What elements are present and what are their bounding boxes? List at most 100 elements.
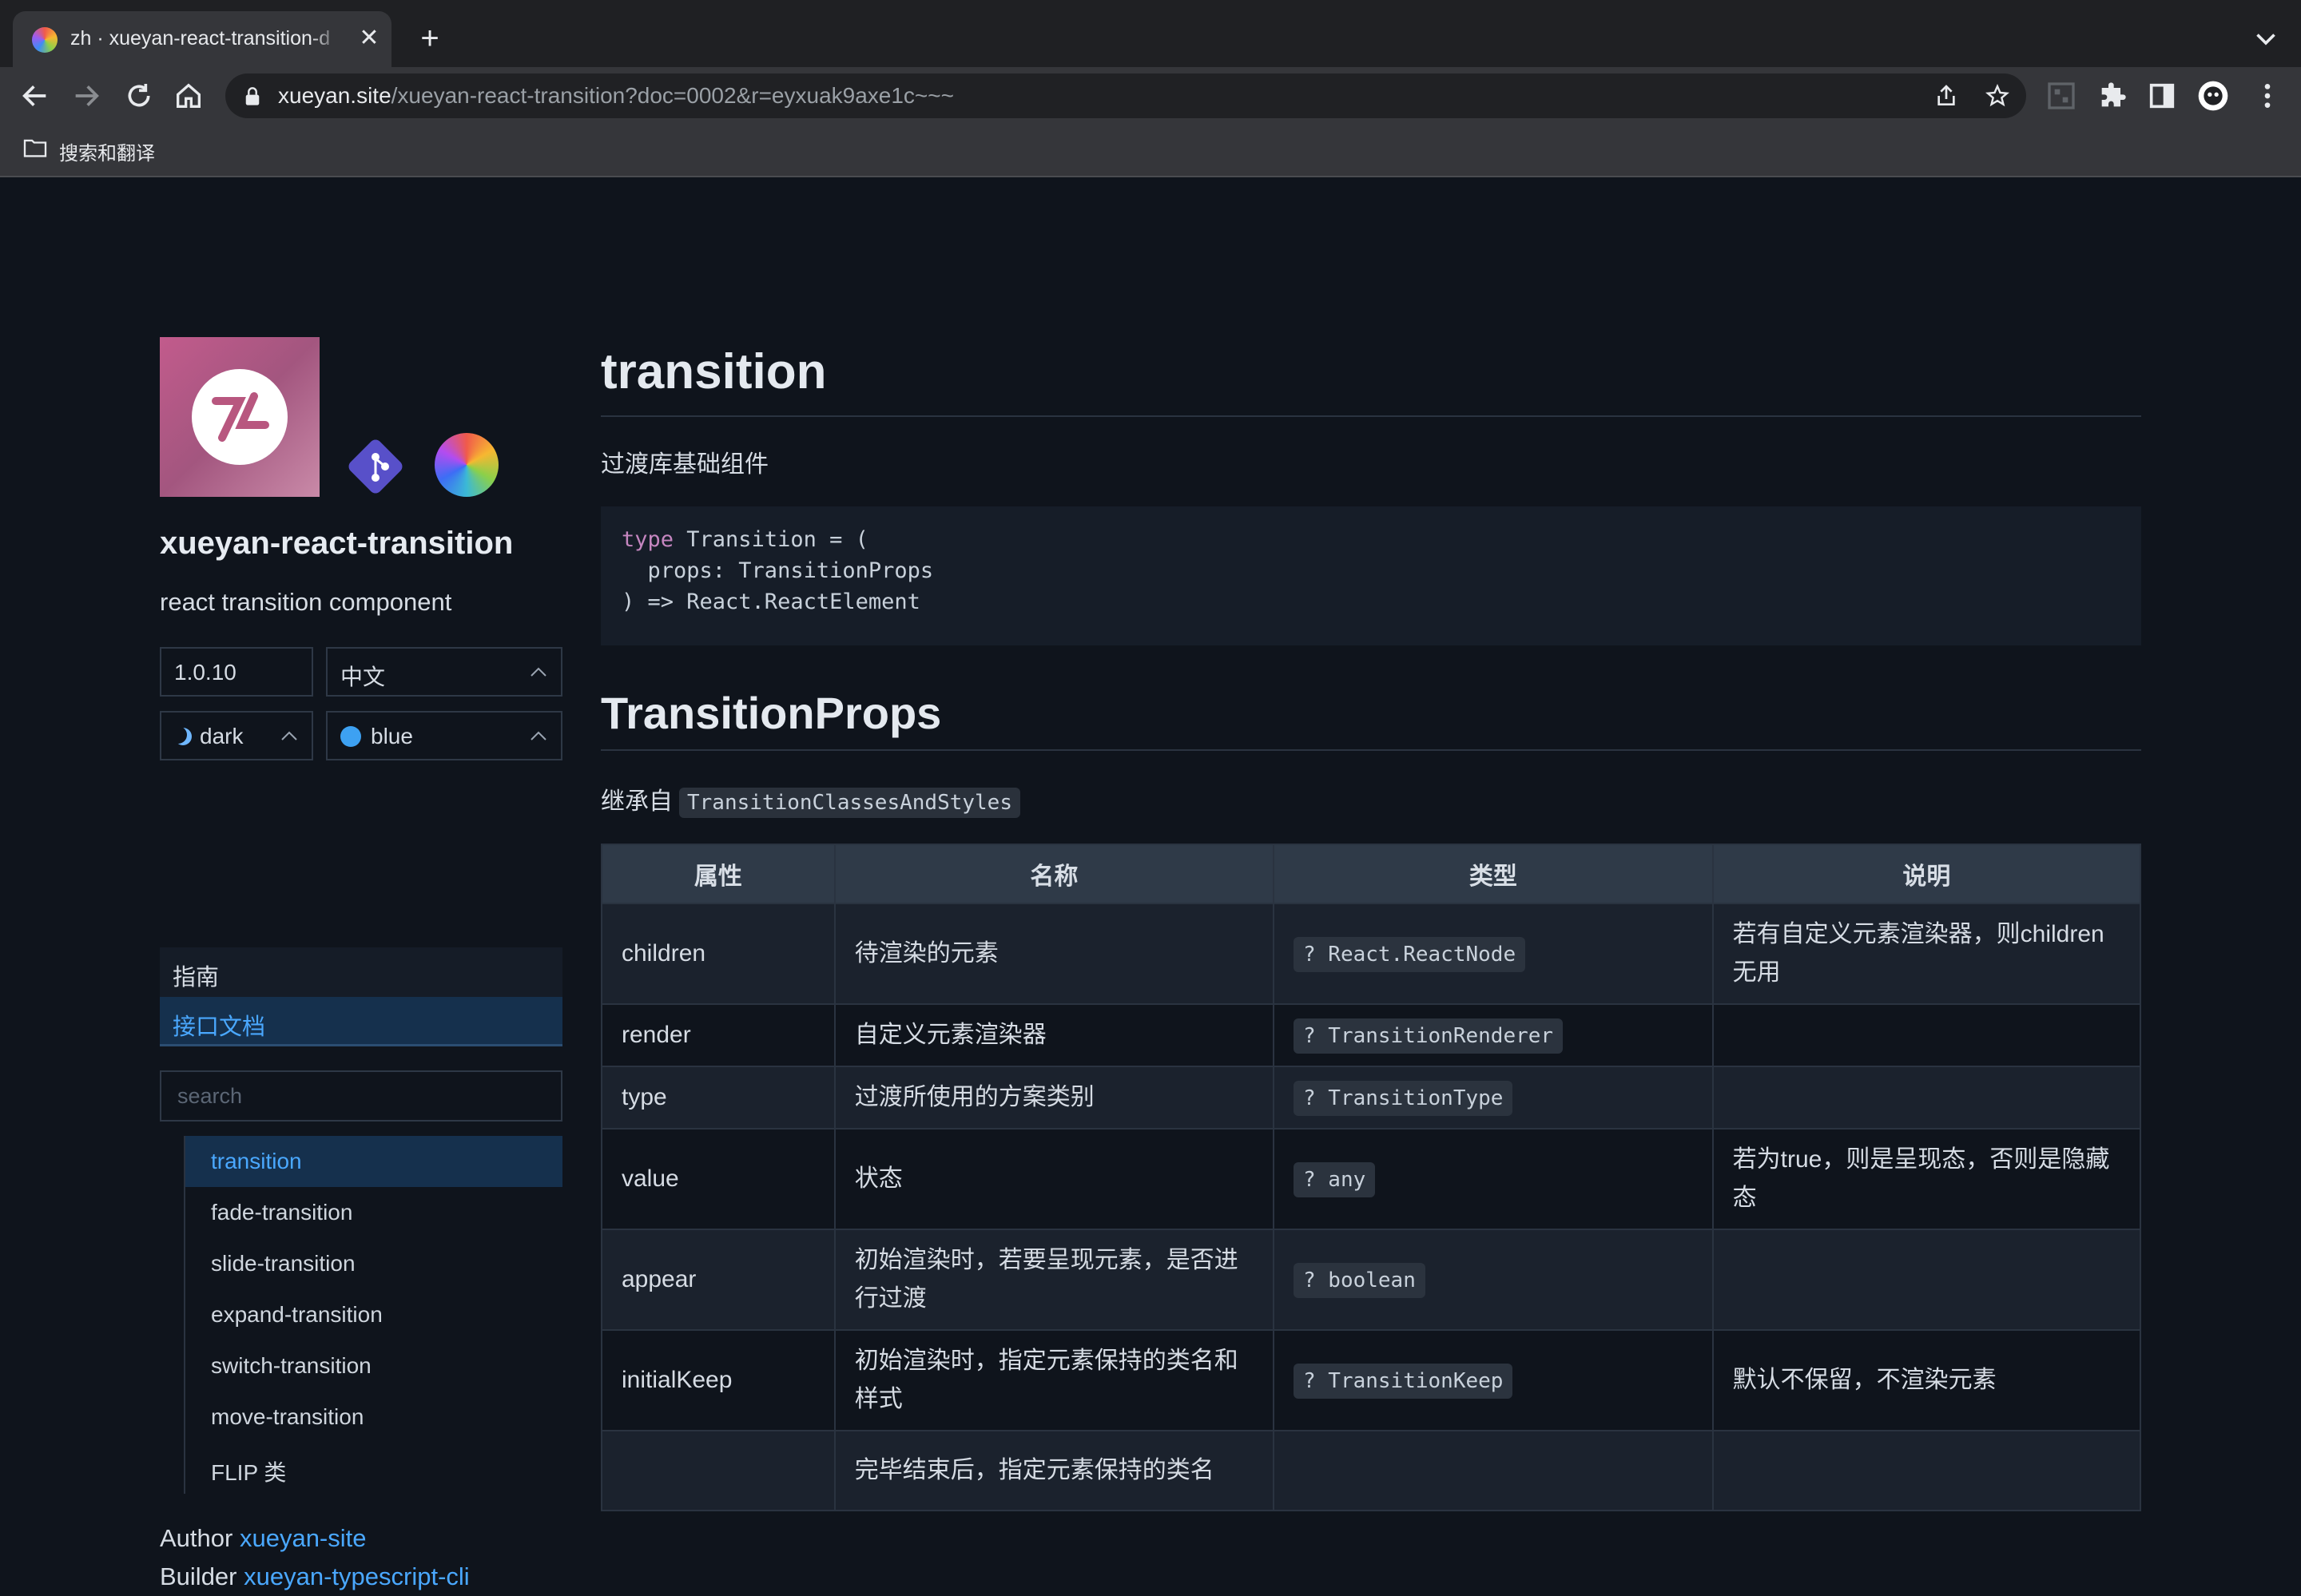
language-select[interactable]: 中文 [326, 647, 562, 697]
cell-desc: 若为true，则是呈现态，否则是隐藏态 [1711, 1128, 2142, 1230]
cell-prop [601, 1430, 836, 1511]
code-line: ) => React.ReactElement [622, 590, 920, 614]
profile-avatar-icon[interactable] [2197, 80, 2229, 112]
author-link[interactable]: xueyan-site [240, 1524, 367, 1552]
address-bar[interactable]: xueyan.site/xueyan-react-transition?doc=… [225, 73, 2026, 118]
table-header: 属性 [601, 844, 836, 904]
bookmarks-bar: 搜索和翻译 [0, 129, 2301, 169]
cell-type: ? TransitionRenderer [1272, 1003, 1714, 1067]
page-title: transition [601, 344, 827, 399]
new-tab-button[interactable]: + [414, 22, 446, 54]
builder-link[interactable]: xueyan-typescript-cli [244, 1562, 470, 1590]
site-logo[interactable] [160, 337, 320, 497]
cell-type: ? boolean [1272, 1229, 1714, 1331]
inherit-code: TransitionClassesAndStyles [679, 788, 1020, 818]
tab-close-icon[interactable]: ✕ [355, 24, 384, 53]
table-row: 完毕结束后，指定元素保持的类名 [601, 1430, 2142, 1511]
bookmark-folder-label[interactable]: 搜索和翻译 [59, 137, 155, 165]
doc-item-flip[interactable]: FLIP 类 [185, 1443, 562, 1494]
doc-item-switch-transition[interactable]: switch-transition [185, 1340, 562, 1392]
cell-type: ? React.ReactNode [1272, 903, 1714, 1005]
version-select[interactable]: 1.0.10 [160, 647, 313, 697]
theme-value: dark [200, 724, 244, 748]
chevron-down-icon[interactable] [2251, 24, 2280, 53]
doc-list: transition fade-transition slide-transit… [184, 1136, 562, 1494]
table-header: 说明 [1711, 844, 2142, 904]
cell-name: 状态 [833, 1128, 1274, 1230]
cell-type: ? TransitionKeep [1272, 1329, 1714, 1431]
doc-item-transition[interactable]: transition [185, 1136, 562, 1187]
qr-extension-icon[interactable] [2045, 80, 2077, 112]
reload-icon[interactable] [120, 80, 158, 112]
code-block: type Transition = ( props: TransitionPro… [601, 506, 2141, 645]
cell-desc [1711, 1003, 2142, 1067]
title-divider [601, 415, 2141, 417]
url-text[interactable]: xueyan.site/xueyan-react-transition?doc=… [278, 83, 954, 109]
more-menu-icon[interactable] [2251, 80, 2283, 112]
cell-desc: 若有自定义元素渲染器，则children 无用 [1711, 903, 2142, 1005]
table-row: value 状态 ? any 若为true，则是呈现态，否则是隐藏态 [601, 1128, 2142, 1230]
table-row: appear 初始渲染时，若要呈现元素，是否进行过渡 ? boolean [601, 1229, 2142, 1331]
cell-type: ? any [1272, 1128, 1714, 1230]
bookmark-star-icon[interactable] [1985, 83, 2010, 109]
table-row: children 待渲染的元素 ? React.ReactNode 若有自定义元… [601, 903, 2142, 1005]
browser-tab[interactable]: zh · xueyan-react-transition-d ✕ [13, 11, 391, 67]
nav-api-docs[interactable]: 接口文档 [160, 997, 562, 1046]
cell-prop: render [601, 1003, 836, 1067]
cell-prop: value [601, 1128, 836, 1230]
site-name: xueyan-react-transition [160, 526, 514, 561]
author-label: Author [160, 1524, 233, 1552]
section-title: TransitionProps [601, 688, 942, 738]
cell-prop: initialKeep [601, 1329, 836, 1431]
inherit-line: 继承自 TransitionClassesAndStyles [601, 781, 1020, 818]
home-icon[interactable] [169, 80, 208, 112]
moon-icon [174, 728, 192, 745]
cell-name: 过渡所使用的方案类别 [833, 1066, 1274, 1130]
forward-arrow-icon[interactable] [67, 80, 105, 112]
cell-name: 待渲染的元素 [833, 903, 1274, 1005]
chevron-up-icon [531, 667, 546, 677]
folder-icon[interactable] [22, 137, 48, 158]
tab-title: zh · xueyan-react-transition-d [70, 27, 342, 50]
search-box[interactable] [160, 1070, 562, 1122]
color-dot-icon [340, 726, 361, 747]
doc-item-move-transition[interactable]: move-transition [185, 1392, 562, 1443]
table-row: type 过渡所使用的方案类别 ? TransitionType [601, 1066, 2142, 1130]
extensions-puzzle-icon[interactable] [2096, 80, 2128, 112]
lock-icon[interactable] [243, 86, 262, 107]
site-description: react transition component [160, 588, 452, 616]
section-divider [601, 749, 2141, 751]
cell-desc [1711, 1066, 2142, 1130]
cell-prop: appear [601, 1229, 836, 1331]
theme-select[interactable]: dark [160, 711, 313, 760]
cell-name: 完毕结束后，指定元素保持的类名 [833, 1430, 1274, 1511]
git-icon[interactable] [344, 435, 407, 498]
language-value: 中文 [340, 665, 386, 689]
chevron-up-icon [531, 731, 546, 740]
table-header-row: 属性 名称 类型 说明 [601, 844, 2142, 904]
nav-guide-label: 指南 [173, 965, 220, 991]
cell-desc [1711, 1229, 2142, 1331]
side-panel-icon[interactable] [2146, 80, 2178, 112]
search-input[interactable] [161, 1072, 561, 1120]
logo-mark [192, 369, 288, 465]
share-icon[interactable] [1933, 83, 1959, 109]
color-select[interactable]: blue [326, 711, 562, 760]
inherit-label: 继承自 [601, 788, 673, 815]
code-line: props: TransitionProps [622, 558, 934, 583]
cell-prop: type [601, 1066, 836, 1130]
table-header: 名称 [833, 844, 1274, 904]
props-table: 属性 名称 类型 说明 children 待渲染的元素 ? React.Reac… [601, 844, 2142, 1511]
nav-guide[interactable]: 指南 [160, 947, 562, 997]
doc-item-slide-transition[interactable]: slide-transition [185, 1238, 562, 1289]
table-header: 类型 [1272, 844, 1714, 904]
code-line: type Transition = ( [622, 527, 868, 552]
doc-item-expand-transition[interactable]: expand-transition [185, 1289, 562, 1340]
tab-favicon-icon [32, 27, 58, 53]
nav-api-label: 接口文档 [173, 1014, 266, 1040]
doc-item-fade-transition[interactable]: fade-transition [185, 1187, 562, 1238]
back-arrow-icon[interactable] [16, 80, 54, 112]
color-wheel-icon[interactable] [435, 433, 499, 497]
version-value: 1.0.10 [174, 660, 236, 685]
cell-type [1272, 1430, 1714, 1511]
